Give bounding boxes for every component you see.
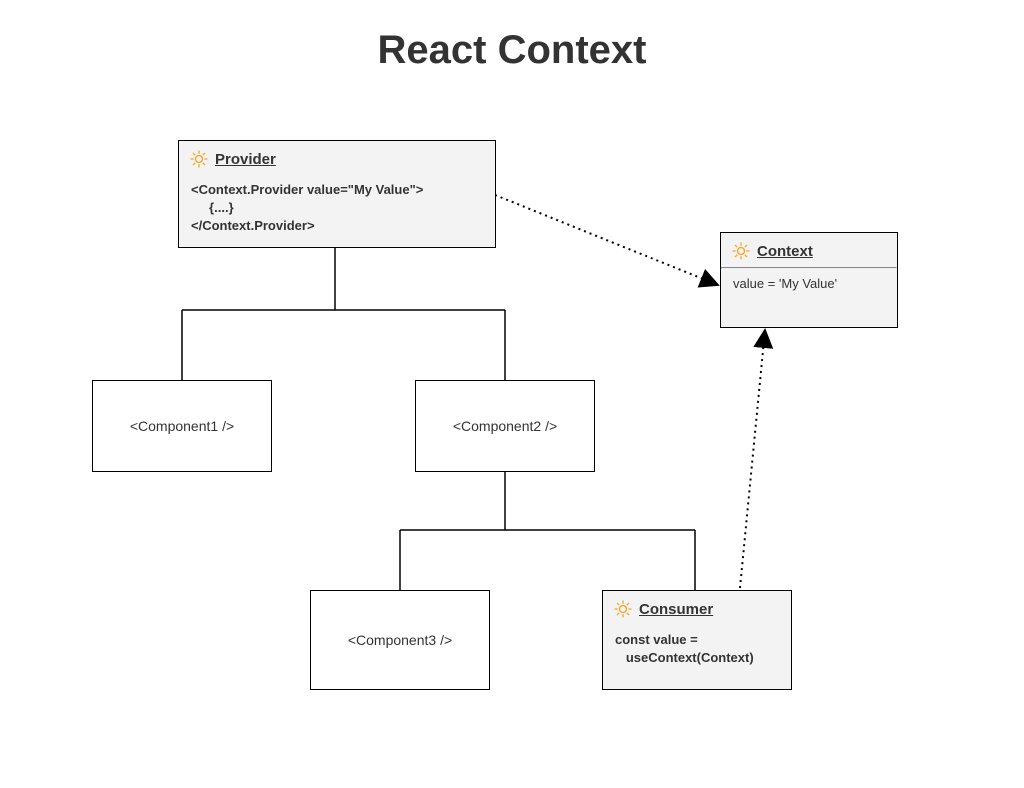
provider-header: Provider [179,141,495,175]
component1-node: <Component1 /> [92,380,272,472]
context-value: value = 'My Value' [721,269,897,303]
component3-node: <Component3 /> [310,590,490,690]
consumer-node: Consumer const value = useContext(Contex… [602,590,792,690]
provider-node: Provider <Context.Provider value="My Val… [178,140,496,248]
gear-icon [613,599,633,619]
context-node: Context value = 'My Value' [720,232,898,328]
component2-label: <Component2 /> [453,418,557,434]
consumer-header: Consumer [603,591,791,625]
consumer-label: Consumer [639,601,713,618]
consumer-code: const value = useContext(Context) [603,625,791,677]
context-label: Context [757,243,813,260]
diagram-title: React Context [0,28,1024,73]
gear-icon [731,241,751,261]
component3-label: <Component3 /> [348,632,452,648]
provider-label: Provider [215,151,276,168]
provider-code: <Context.Provider value="My Value"> {...… [179,175,495,246]
gear-icon [189,149,209,169]
context-header: Context [721,233,897,267]
component2-node: <Component2 /> [415,380,595,472]
component1-label: <Component1 /> [130,418,234,434]
